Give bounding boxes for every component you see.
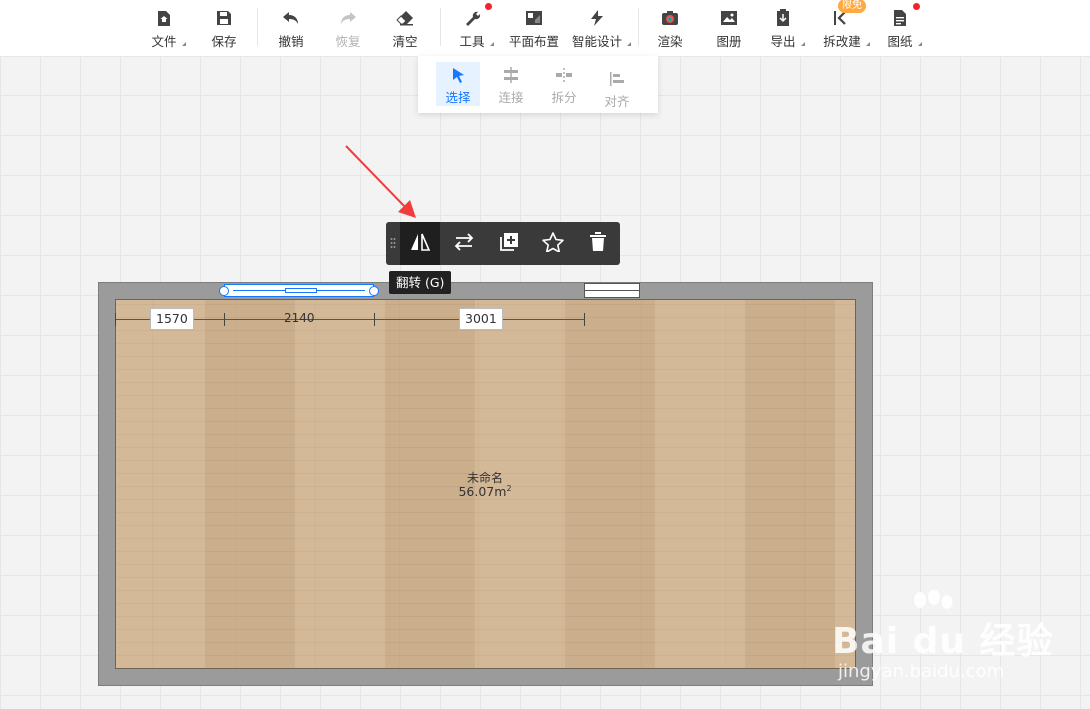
renovate-label: 拆改建 xyxy=(823,34,861,49)
free-badge: 限免 xyxy=(838,0,866,13)
tool-align[interactable]: 对齐 xyxy=(595,66,639,110)
resize-handle-left[interactable] xyxy=(219,286,229,296)
watermark-url: jingyan.baidu.com xyxy=(838,661,1005,682)
dimension-label-1[interactable]: 1570 xyxy=(150,308,194,330)
lightning-icon xyxy=(587,8,607,28)
undo-button[interactable]: 撤销 xyxy=(275,4,307,52)
dimension-label-3[interactable]: 3001 xyxy=(459,308,503,330)
notification-dot xyxy=(913,3,920,10)
floor-layout-icon xyxy=(524,8,544,28)
door-element[interactable] xyxy=(584,283,640,298)
room-area: 56.07m2 xyxy=(440,484,530,499)
export-button[interactable]: 导出 xyxy=(767,4,805,52)
duplicate-icon xyxy=(499,232,519,256)
dropdown-corner-icon xyxy=(866,42,870,46)
delete-button[interactable] xyxy=(578,222,618,265)
favorite-button[interactable] xyxy=(533,222,573,265)
connect-icon xyxy=(501,66,521,84)
undo-icon xyxy=(281,8,301,28)
save-icon xyxy=(214,8,234,28)
tool-select-label: 选择 xyxy=(445,90,471,105)
red-annotation-arrow-icon xyxy=(345,145,416,218)
redo-icon xyxy=(338,8,358,28)
delete-trash-icon xyxy=(589,231,607,256)
floor-layout-label: 平面布置 xyxy=(508,34,559,49)
save-label: 保存 xyxy=(211,34,237,49)
tool-connect[interactable]: 连接 xyxy=(489,62,533,106)
tool-split[interactable]: 拆分 xyxy=(542,62,586,106)
favorite-star-icon xyxy=(542,231,564,256)
smart-design-label: 智能设计 xyxy=(571,34,622,49)
watermark-brand: Bai du 经验 xyxy=(832,621,1054,662)
split-icon xyxy=(554,66,574,84)
room-area-value: 56.07m xyxy=(458,484,507,500)
render-label: 渲染 xyxy=(657,34,683,49)
renovate-button[interactable]: 拆改建 限免 xyxy=(820,0,870,52)
dropdown-corner-icon xyxy=(182,42,186,46)
toolbar-divider xyxy=(440,8,441,46)
file-label: 文件 xyxy=(151,34,177,49)
drawing-icon xyxy=(890,8,910,28)
save-button[interactable]: 保存 xyxy=(208,4,240,52)
floor-layout-button[interactable]: 平面布置 xyxy=(506,4,562,52)
dropdown-corner-icon xyxy=(801,42,805,46)
tools-label: 工具 xyxy=(459,34,485,49)
context-toolbar xyxy=(386,222,620,265)
redo-label: 恢复 xyxy=(335,34,361,49)
dropdown-corner-icon xyxy=(490,42,494,46)
selected-window[interactable] xyxy=(224,284,374,297)
resize-handle-right[interactable] xyxy=(369,286,379,296)
drawing-label: 图纸 xyxy=(887,34,913,49)
dimension-tick xyxy=(584,313,585,326)
dropdown-corner-icon xyxy=(918,42,922,46)
smart-design-button[interactable]: 智能设计 xyxy=(569,4,631,52)
file-home-icon xyxy=(154,8,174,28)
album-button[interactable]: 图册 xyxy=(713,4,745,52)
export-label: 导出 xyxy=(770,34,796,49)
swap-button[interactable] xyxy=(444,222,484,265)
tool-split-label: 拆分 xyxy=(551,90,577,105)
flip-icon xyxy=(409,232,431,256)
flip-button[interactable] xyxy=(400,222,440,265)
undo-label: 撤销 xyxy=(278,34,304,49)
window-pane xyxy=(285,288,317,293)
align-icon xyxy=(607,70,627,88)
eraser-icon xyxy=(395,8,415,28)
clear-button[interactable]: 清空 xyxy=(389,4,421,52)
toolbar-divider xyxy=(257,8,258,46)
wrench-icon xyxy=(462,8,482,28)
room-area-unit-sup: 2 xyxy=(506,484,512,493)
file-button[interactable]: 文件 xyxy=(148,4,186,52)
top-toolbar: 文件 保存 撤销 恢复 清空 工具 平面布置 智能设计 渲染 图册 导出 拆改建… xyxy=(0,0,1090,57)
album-label: 图册 xyxy=(716,34,742,49)
dimension-label-2: 2140 xyxy=(284,311,315,325)
render-camera-icon xyxy=(660,8,680,28)
dimension-tick xyxy=(224,313,225,326)
flip-tooltip: 翻转 (G) xyxy=(389,271,452,294)
baidu-watermark: Bai du 经验 jingyan.baidu.com xyxy=(832,590,1053,690)
drawing-button[interactable]: 图纸 xyxy=(884,3,922,52)
drag-grip-icon[interactable] xyxy=(390,236,396,250)
tool-align-label: 对齐 xyxy=(604,94,630,109)
dimension-tick xyxy=(115,313,116,326)
tools-dropdown: 选择 连接 拆分 对齐 xyxy=(418,56,658,113)
export-icon xyxy=(773,8,793,28)
tool-connect-label: 连接 xyxy=(498,90,524,105)
dimension-tick xyxy=(374,313,375,326)
redo-button[interactable]: 恢复 xyxy=(332,4,364,52)
notification-dot xyxy=(485,3,492,10)
render-button[interactable]: 渲染 xyxy=(654,4,686,52)
select-cursor-icon xyxy=(448,66,468,84)
dropdown-corner-icon xyxy=(627,42,631,46)
tools-button[interactable]: 工具 xyxy=(456,3,494,52)
duplicate-button[interactable] xyxy=(489,222,529,265)
tool-select[interactable]: 选择 xyxy=(436,62,480,106)
clear-label: 清空 xyxy=(392,34,418,49)
swap-icon xyxy=(453,232,475,255)
album-icon xyxy=(719,8,739,28)
toolbar-divider xyxy=(638,8,639,46)
